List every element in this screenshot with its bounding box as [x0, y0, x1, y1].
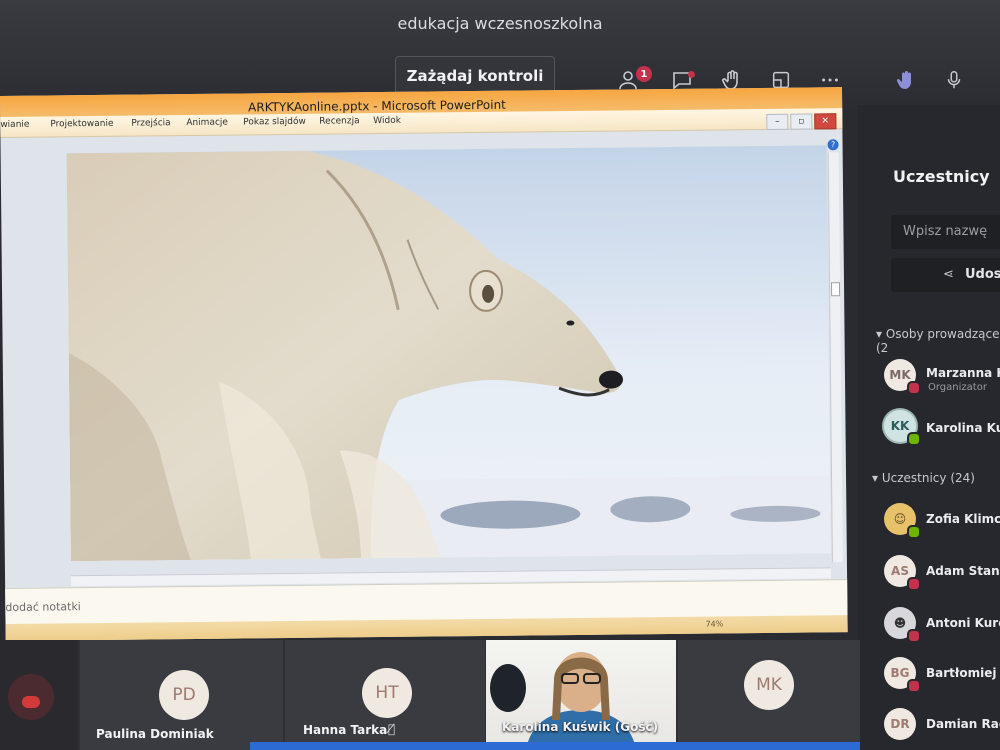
status-available-icon: [907, 525, 921, 539]
participant-item[interactable]: ☻ Antoni Kurek: [884, 607, 1000, 647]
participant-item[interactable]: AS Adam Stanisł: [884, 555, 1000, 595]
scrollbar-thumb[interactable]: [830, 282, 841, 297]
notes-placeholder: dodać notatki: [5, 600, 81, 614]
participant-name: Marzanna K: [926, 366, 1000, 380]
polar-bear-illustration: [66, 150, 831, 562]
status-busy-icon: [907, 577, 921, 591]
tile-name: Paulina Dominiak: [96, 727, 214, 741]
share-label: Udos: [965, 267, 1000, 282]
window-controls: – ▫ ✕: [766, 113, 837, 130]
presenters-header-label: Osoby prowadzące (2: [876, 327, 1000, 355]
participant-name: Antoni Kurek: [926, 616, 1000, 630]
hand-icon[interactable]: [892, 66, 920, 94]
share-invite-button[interactable]: ⋖ Udos: [891, 258, 1000, 292]
share-icon: ⋖: [943, 267, 954, 282]
search-input[interactable]: Wpisz nazwę: [891, 215, 1000, 249]
microphone-icon[interactable]: [940, 66, 968, 94]
minimize-icon[interactable]: –: [766, 113, 789, 130]
video-gallery: PD Paulina Dominiak HT Hanna Tarka 🎙̸ MK: [0, 640, 860, 750]
status-busy-icon: [907, 629, 921, 643]
tile-name: Karolina Kuświk (Gość): [502, 720, 659, 734]
video-tile[interactable]: HT Hanna Tarka 🎙̸: [285, 640, 485, 750]
participants-panel: Uczestnicy Wpisz nazwę ⋖ Udos ▾ Osoby pr…: [858, 105, 1000, 750]
participant-name: Damian Radzi: [926, 717, 1000, 731]
avatar: PD: [159, 670, 209, 720]
meeting-title: edukacja wczesnoszkolna: [397, 14, 603, 33]
status-busy-icon: [907, 679, 921, 693]
self-video-tile[interactable]: [0, 640, 78, 750]
mic-muted-icon: 🎙̸: [388, 722, 396, 736]
chat-unread-dot: [688, 71, 695, 78]
presenters-header[interactable]: ▾ Osoby prowadzące (2: [876, 327, 1000, 355]
participants-badge: 1: [636, 66, 652, 82]
participant-role: Organizator: [928, 382, 987, 393]
ribbon-tab[interactable]: Pokaz slajdów: [243, 117, 306, 128]
avatar: MK: [744, 660, 794, 710]
chevron-down-icon: ▾: [876, 327, 886, 341]
ribbon-tab[interactable]: Przejścia: [131, 118, 170, 128]
participant-name: Adam Stanisł: [926, 564, 1000, 578]
chevron-down-icon: ▾: [872, 471, 882, 485]
participant-item[interactable]: BG Bartłomiej Ga: [884, 657, 1000, 697]
ribbon-tab[interactable]: Recenzja: [319, 116, 359, 126]
panel-title: Uczestnicy: [893, 167, 990, 186]
status-available-icon: [907, 432, 921, 446]
shared-screen: ARKTYKAonline.pptx - Microsoft PowerPoin…: [0, 87, 848, 641]
camera-off-icon: [22, 696, 40, 708]
maximize-icon[interactable]: ▫: [790, 113, 813, 130]
participant-item[interactable]: MK Marzanna K Organizator: [884, 359, 1000, 399]
participant-name: Zofia Klimcza: [926, 512, 1000, 526]
participant-name: Karolina Kuś: [926, 421, 1000, 435]
attendees-header-label: Uczestnicy (24): [881, 471, 975, 485]
participant-item[interactable]: ☺ Zofia Klimcza: [884, 503, 1000, 543]
participant-item[interactable]: KK Karolina Kuś: [884, 410, 1000, 450]
ribbon-tab[interactable]: Widok: [373, 116, 401, 126]
taskbar: [250, 742, 860, 750]
search-placeholder: Wpisz nazwę: [903, 224, 988, 239]
video-tile[interactable]: MK: [678, 640, 860, 750]
participant-item[interactable]: DR Damian Radzi: [884, 708, 1000, 748]
ribbon-tab[interactable]: Animacje: [186, 118, 228, 128]
tile-name: Hanna Tarka: [303, 723, 388, 737]
zoom-level[interactable]: 74%: [706, 619, 724, 628]
avatar: HT: [362, 668, 412, 718]
avatar: DR: [884, 708, 916, 740]
help-icon[interactable]: ?: [827, 139, 839, 151]
ribbon-tab[interactable]: Projektowanie: [50, 119, 113, 130]
attendees-header[interactable]: ▾ Uczestnicy (24): [872, 471, 975, 485]
ribbon-tab[interactable]: wianie: [0, 120, 29, 130]
video-tile[interactable]: PD Paulina Dominiak: [80, 640, 283, 750]
status-busy-icon: [907, 381, 921, 395]
participant-name: Bartłomiej Ga: [926, 666, 1000, 680]
slide-image-polar-bear: [66, 145, 831, 562]
close-icon[interactable]: ✕: [814, 113, 837, 130]
video-tile-camera[interactable]: Karolina Kuświk (Gość): [486, 640, 676, 750]
